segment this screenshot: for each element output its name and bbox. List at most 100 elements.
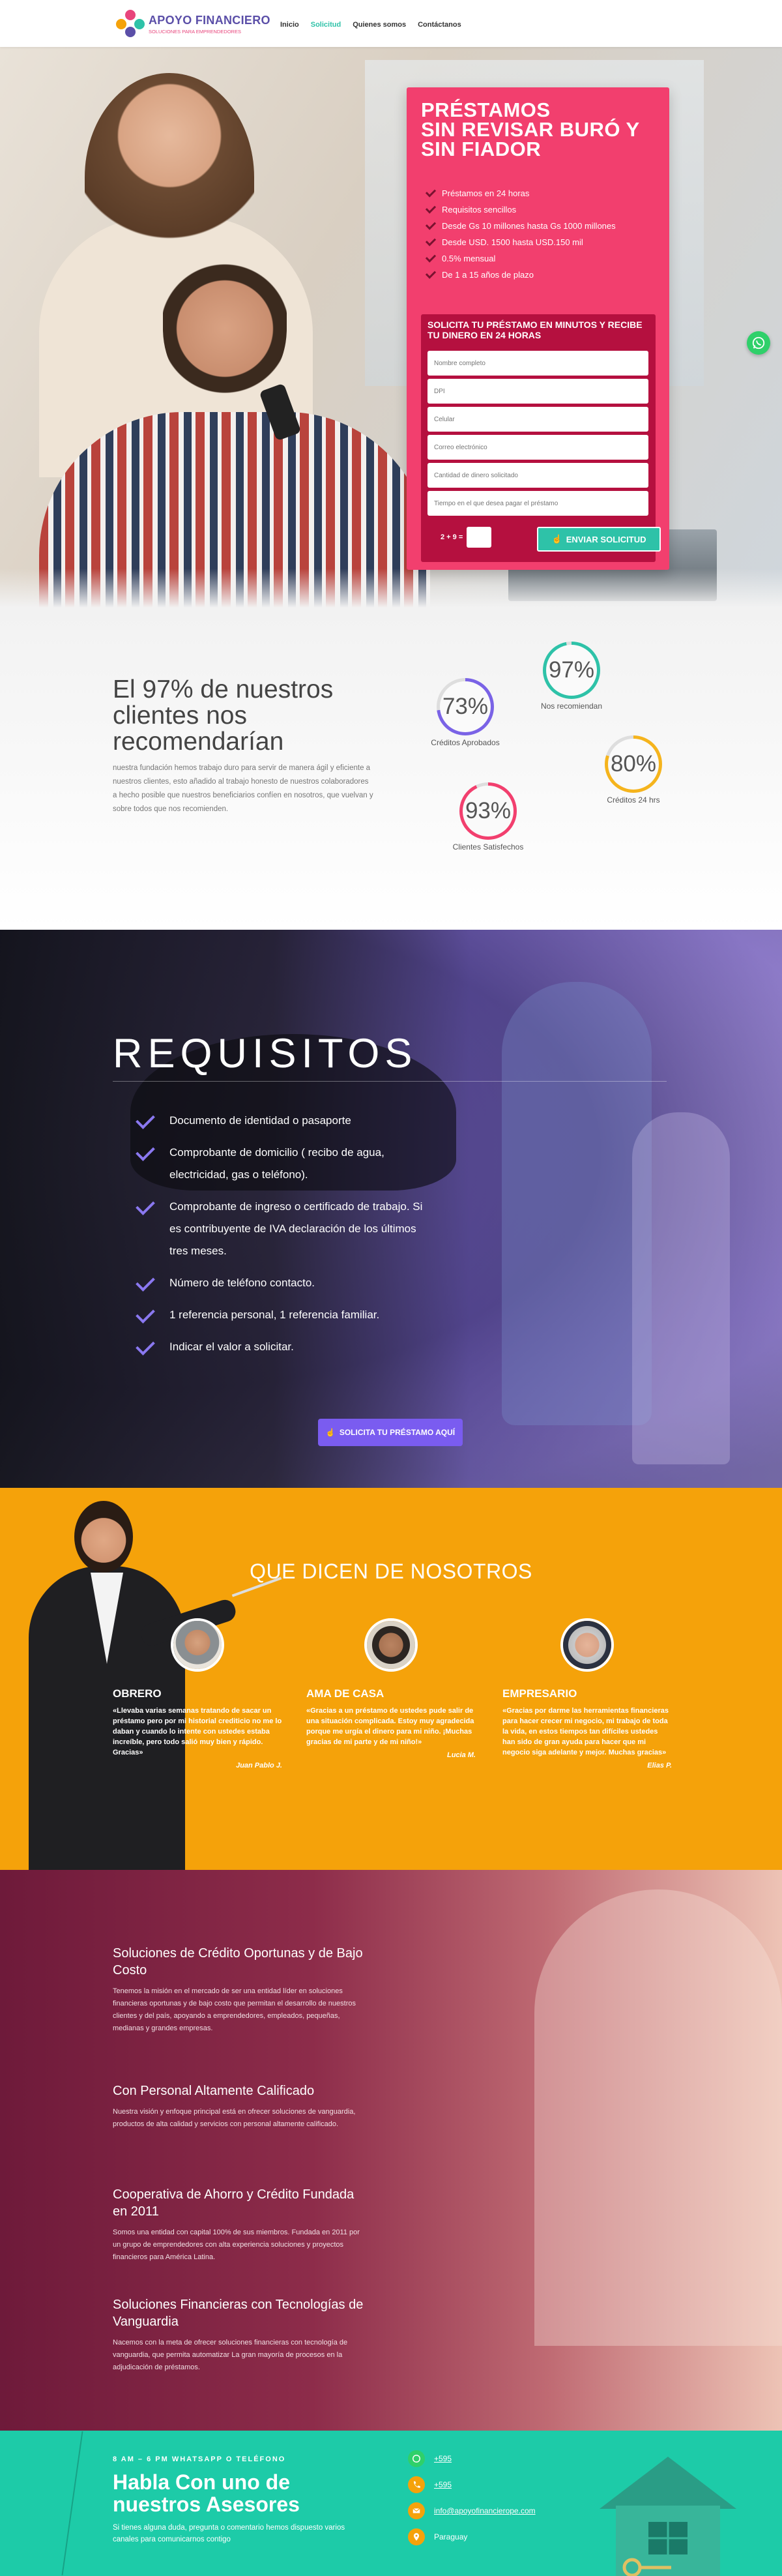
cursor-icon: ☝	[325, 1428, 336, 1437]
about-background-photo	[534, 1889, 782, 2346]
contact-phone-link[interactable]: +595	[434, 2480, 452, 2489]
requisito-item: Documento de identidad o pasaporte	[134, 1110, 433, 1132]
check-icon	[425, 186, 437, 198]
stat-ring: 93%	[459, 782, 517, 840]
contact-whatsapp[interactable]: +595	[408, 2450, 452, 2467]
stat-label: Clientes Satisfechos	[452, 842, 524, 851]
benefit-item: De 1 a 15 años de plazo	[425, 267, 616, 283]
photo-daughter	[632, 1112, 730, 1464]
hero-title: PRÉSTAMOS SIN REVISAR BURÓ Y SIN FIADOR	[421, 100, 640, 159]
nav-contactanos[interactable]: Contáctanos	[418, 21, 461, 29]
amount-field[interactable]	[427, 463, 648, 488]
stat-recomiendan: 97% Nos recomiendan	[526, 642, 617, 711]
benefit-list: Préstamos en 24 horas Requisitos sencill…	[425, 185, 616, 283]
main-nav: Inicio Solicitud Quienes somos Contáctan…	[280, 21, 461, 29]
whatsapp-float-button[interactable]	[747, 331, 770, 355]
stats-section: El 97% de nuestros clientes nos recomend…	[0, 608, 782, 930]
name-field[interactable]	[427, 351, 648, 376]
phone-field[interactable]	[427, 407, 648, 432]
testimonial-quote: «Gracias por darme las herramientas fina…	[502, 1707, 669, 1756]
site-header: APOYO FINANCIERO SOLUCIONES PARA EMPREND…	[0, 0, 782, 47]
requisito-item: Número de teléfono contacto.	[134, 1272, 433, 1294]
about-item-text: Nacemos con la meta de ofrecer solucione…	[113, 2339, 348, 2371]
hero-photo-man-head	[163, 243, 287, 399]
stat-creditos-24hrs: 80% Créditos 24 hrs	[588, 735, 679, 805]
logo[interactable]: APOYO FINANCIERO SOLUCIONES PARA EMPREND…	[116, 10, 270, 38]
stat-ring: 80%	[605, 735, 662, 793]
stat-label: Créditos 24 hrs	[607, 795, 660, 805]
stat-value: 93%	[463, 786, 514, 836]
stat-ring: 73%	[437, 678, 494, 735]
about-item-title: Soluciones Financieras con Tecnologías d…	[113, 2298, 364, 2329]
captcha-question: 2 + 9 =	[441, 533, 463, 541]
stat-value: 73%	[440, 681, 491, 732]
stat-value: 80%	[608, 739, 659, 790]
about-item-title: Cooperativa de Ahorro y Crédito Fundada …	[113, 2187, 355, 2219]
request-loan-button[interactable]: ☝ SOLICITA TU PRÉSTAMO AQUÍ	[318, 1419, 463, 1446]
hero-section: PRÉSTAMOS SIN REVISAR BURÓ Y SIN FIADOR …	[0, 47, 782, 608]
contact-location: Paraguay	[408, 2528, 467, 2545]
stat-value: 97%	[546, 645, 597, 696]
house-key-illustration	[600, 2457, 736, 2576]
term-field[interactable]	[427, 491, 648, 516]
about-item: Cooperativa de Ahorro y Crédito Fundada …	[113, 2186, 367, 2264]
about-item-text: Somos una entidad con capital 100% de su…	[113, 2228, 360, 2261]
contact-paragraph: Si tienes alguna duda, pregunta o coment…	[113, 2524, 345, 2543]
requisitos-section: REQUISITOS Documento de identidad o pasa…	[0, 930, 782, 1488]
loan-form: SOLICITA TU PRÉSTAMO EN MINUTOS Y RECIBE…	[421, 314, 661, 562]
benefit-text: Requisitos sencillos	[442, 205, 517, 215]
about-item: Soluciones Financieras con Tecnologías d…	[113, 2296, 367, 2374]
form-title: SOLICITA TU PRÉSTAMO EN MINUTOS Y RECIBE…	[427, 319, 643, 340]
captcha-input[interactable]	[467, 527, 492, 548]
avatar	[364, 1618, 418, 1672]
nav-solicitud[interactable]: Solicitud	[311, 21, 341, 29]
contact-phone[interactable]: +595	[408, 2476, 452, 2493]
benefit-text: De 1 a 15 años de plazo	[442, 270, 534, 280]
requisito-item: Indicar el valor a solicitar.	[134, 1336, 433, 1358]
testimonial-role: AMA DE CASA	[306, 1687, 384, 1700]
stat-label: Créditos Aprobados	[431, 738, 500, 747]
avatar-image	[563, 1621, 611, 1669]
contact-whatsapp-link[interactable]: +595	[434, 2454, 452, 2463]
contact-email-link[interactable]: info@apoyofinancierope.com	[434, 2506, 536, 2515]
testimonial-quote: «Gracias a un préstamo de ustedes pude s…	[306, 1707, 474, 1746]
stat-label: Nos recomiendan	[540, 702, 603, 711]
check-icon	[425, 268, 437, 279]
benefit-text: Desde USD. 1500 hasta USD.150 mil	[442, 237, 583, 247]
about-item-text: Tenemos la misión en el mercado de ser u…	[113, 1987, 356, 2032]
requisitos-title: REQUISITOS	[113, 1031, 418, 1076]
requisitos-list: Documento de identidad o pasaporte Compr…	[134, 1110, 433, 1368]
benefit-item: Requisitos sencillos	[425, 201, 616, 218]
nav-quienes-somos[interactable]: Quienes somos	[353, 21, 406, 29]
email-field[interactable]	[427, 435, 648, 460]
submit-button[interactable]: ☝ ENVIAR SOLICITUD	[537, 527, 661, 552]
phone-icon	[408, 2476, 425, 2493]
testimonial-role: EMPRESARIO	[502, 1687, 577, 1700]
testimonial-author: Juan Pablo J.	[236, 1762, 282, 1769]
whatsapp-icon	[408, 2450, 425, 2467]
nav-inicio[interactable]: Inicio	[280, 21, 299, 29]
benefit-text: Préstamos en 24 horas	[442, 188, 530, 198]
logo-subtitle: SOLUCIONES PARA EMPRENDEDORES	[149, 29, 241, 35]
dpi-field[interactable]	[427, 379, 648, 404]
testimonials-title: QUE DICEN DE NOSOTROS	[250, 1560, 532, 1583]
captcha: 2 + 9 =	[441, 527, 492, 548]
logo-icon	[116, 10, 145, 38]
hero-title-line: SIN REVISAR BURÓ Y	[421, 118, 640, 141]
about-item-text: Nuestra visión y enfoque principal está …	[113, 2108, 356, 2128]
stat-clientes-satisfechos: 93% Clientes Satisfechos	[442, 782, 534, 851]
hero-title-line: PRÉSTAMOS	[421, 98, 551, 121]
contact-email[interactable]: info@apoyofinancierope.com	[408, 2502, 536, 2519]
hero-title-line: SIN FIADOR	[421, 138, 542, 160]
benefit-text: 0.5% mensual	[442, 254, 496, 263]
logo-title: APOYO FINANCIERO	[149, 14, 270, 27]
avatar	[560, 1618, 614, 1672]
testimonial-role: OBRERO	[113, 1687, 162, 1700]
check-icon	[425, 235, 437, 246]
avatar-image	[367, 1621, 415, 1669]
testimonial-card: OBRERO «Llevaba varias semanas tratando …	[113, 1618, 282, 1769]
testimonials-section: QUE DICEN DE NOSOTROS OBRERO «Llevaba va…	[0, 1488, 782, 1870]
benefit-item: 0.5% mensual	[425, 250, 616, 267]
benefit-item: Desde USD. 1500 hasta USD.150 mil	[425, 234, 616, 250]
requisito-item: 1 referencia personal, 1 referencia fami…	[134, 1304, 433, 1326]
